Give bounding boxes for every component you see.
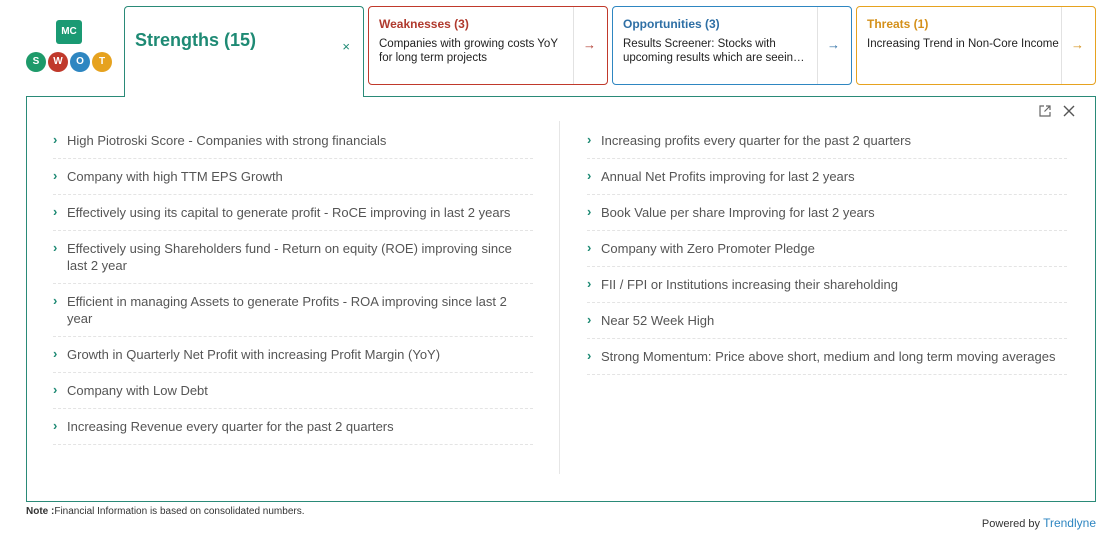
swot-s-badge: S: [26, 52, 46, 72]
tab-strengths-title: Strengths (15): [135, 30, 257, 50]
tab-opportunities-desc: Results Screener: Stocks with upcoming r…: [623, 38, 805, 64]
strength-item[interactable]: › Company with Low Debt: [53, 373, 533, 409]
strength-item-label: Company with high TTM EPS Growth: [67, 169, 283, 184]
mc-logo-badge: MC: [56, 20, 82, 44]
strength-item[interactable]: › Near 52 Week High: [587, 303, 1067, 339]
chevron-right-icon: ›: [53, 132, 58, 147]
strength-item[interactable]: › Efficient in managing Assets to generat…: [53, 284, 533, 337]
tab-opportunities-title: Opportunities (3): [623, 17, 720, 31]
tab-threats-desc: Increasing Trend in Non-Core Income: [867, 38, 1059, 50]
tab-strengths[interactable]: Strengths (15) ×: [124, 6, 364, 97]
mc-swot-logo: MC S W O T: [26, 20, 114, 74]
arrow-right-icon[interactable]: →: [583, 37, 596, 52]
tab-weaknesses[interactable]: Weaknesses (3) Companies with growing co…: [368, 6, 608, 85]
strength-item[interactable]: › Increasing profits every quarter for th…: [587, 123, 1067, 159]
chevron-right-icon: ›: [587, 132, 592, 147]
chevron-right-icon: ›: [53, 240, 58, 255]
strength-item-label: FII / FPI or Institutions increasing the…: [601, 277, 898, 292]
tab-threats-title: Threats (1): [867, 17, 929, 31]
strength-item[interactable]: › Book Value per share Improving for last…: [587, 195, 1067, 231]
chevron-right-icon: ›: [587, 312, 592, 327]
powered-by-label: Powered by: [981, 518, 1044, 530]
tab-divider: [1061, 7, 1062, 84]
strength-item-label: Near 52 Week High: [601, 313, 715, 328]
tab-opportunities[interactable]: Opportunities (3) Results Screener: Stoc…: [612, 6, 852, 85]
tab-weaknesses-title: Weaknesses (3): [379, 17, 469, 31]
footer-note: Note :Financial Information is based on …: [26, 506, 305, 517]
strength-item-label: Growth in Quarterly Net Profit with incr…: [67, 347, 441, 362]
chevron-right-icon: ›: [53, 168, 58, 183]
strength-item-label: Book Value per share Improving for last …: [601, 205, 875, 220]
strengths-panel: › High Piotroski Score - Companies with s…: [26, 96, 1096, 502]
strengths-list-right: › Increasing profits every quarter for th…: [587, 123, 1067, 375]
chevron-right-icon: ›: [587, 204, 592, 219]
chevron-right-icon: ›: [587, 240, 592, 255]
tab-threats[interactable]: Threats (1) Increasing Trend in Non-Core…: [856, 6, 1096, 85]
chevron-right-icon: ›: [53, 346, 58, 361]
swot-o-badge: O: [70, 52, 90, 72]
strength-item[interactable]: › Annual Net Profits improving for last 2…: [587, 159, 1067, 195]
strength-item-label: Effectively using its capital to generat…: [67, 205, 511, 220]
chevron-right-icon: ›: [53, 293, 58, 308]
strength-item[interactable]: › Company with Zero Promoter Pledge: [587, 231, 1067, 267]
chevron-right-icon: ›: [53, 204, 58, 219]
strength-item-label: Annual Net Profits improving for last 2 …: [601, 169, 855, 184]
strength-item-label: Increasing Revenue every quarter for the…: [67, 419, 394, 434]
strength-item-label: Increasing profits every quarter for the…: [601, 133, 911, 148]
note-text: Financial Information is based on consol…: [54, 506, 305, 517]
strength-item[interactable]: › FII / FPI or Institutions increasing th…: [587, 267, 1067, 303]
tab-weaknesses-desc: Companies with growing costs YoY for lon…: [379, 38, 558, 64]
strength-item[interactable]: › Effectively using Shareholders fund - R…: [53, 231, 533, 284]
trendlyne-link[interactable]: Trendlyne: [1043, 516, 1096, 530]
chevron-right-icon: ›: [587, 348, 592, 363]
strength-item-label: Company with Low Debt: [67, 383, 208, 398]
strength-item[interactable]: › High Piotroski Score - Companies with s…: [53, 123, 533, 159]
column-divider: [559, 121, 560, 474]
strength-item[interactable]: › Effectively using its capital to genera…: [53, 195, 533, 231]
arrow-right-icon[interactable]: →: [1071, 37, 1084, 52]
chevron-right-icon: ›: [53, 418, 58, 433]
strength-item-label: Efficient in managing Assets to generate…: [67, 294, 507, 326]
strength-item[interactable]: › Company with high TTM EPS Growth: [53, 159, 533, 195]
chevron-right-icon: ›: [53, 382, 58, 397]
arrow-right-icon[interactable]: →: [827, 37, 840, 52]
chevron-right-icon: ›: [587, 276, 592, 291]
tab-divider: [573, 7, 574, 84]
strength-item-label: Company with Zero Promoter Pledge: [601, 241, 815, 256]
strength-item-label: Effectively using Shareholders fund - Re…: [67, 241, 512, 273]
tab-divider: [817, 7, 818, 84]
powered-by: Powered by Trendlyne: [982, 516, 1096, 530]
chevron-right-icon: ›: [587, 168, 592, 183]
strength-item-label: Strong Momentum: Price above short, medi…: [601, 349, 1056, 364]
strength-item[interactable]: › Growth in Quarterly Net Profit with inc…: [53, 337, 533, 373]
strengths-list-left: › High Piotroski Score - Companies with s…: [53, 123, 533, 445]
close-icon[interactable]: [1063, 105, 1075, 120]
strength-item[interactable]: › Increasing Revenue every quarter for th…: [53, 409, 533, 445]
panel-tools: [1031, 105, 1075, 120]
strength-item-label: High Piotroski Score - Companies with st…: [67, 133, 387, 148]
external-link-icon[interactable]: [1039, 105, 1055, 120]
strength-item[interactable]: › Strong Momentum: Price above short, med…: [587, 339, 1067, 375]
close-icon[interactable]: ×: [342, 39, 350, 54]
swot-t-badge: T: [92, 52, 112, 72]
swot-w-badge: W: [48, 52, 68, 72]
note-label: Note :: [26, 506, 55, 517]
